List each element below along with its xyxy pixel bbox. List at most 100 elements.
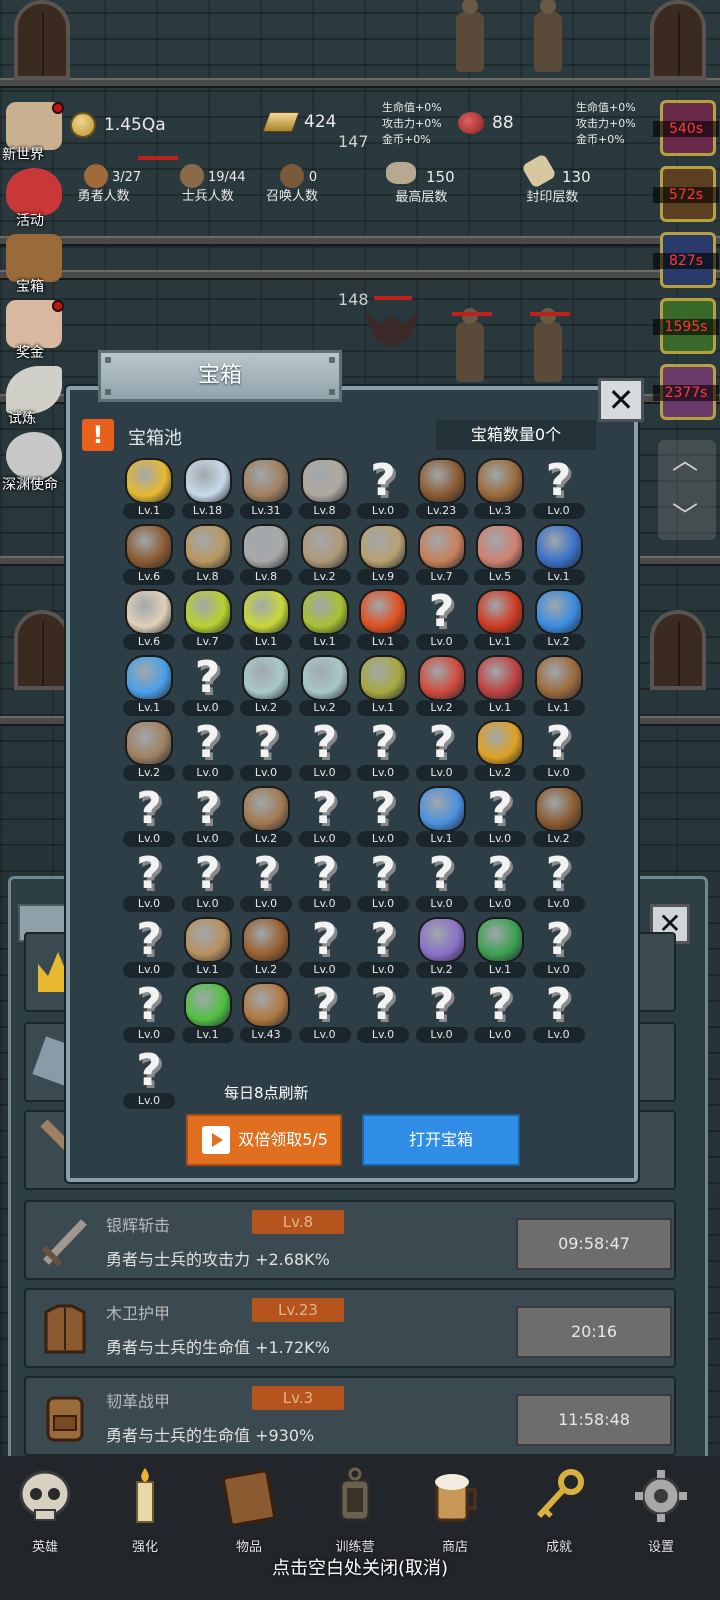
nav-achievement[interactable]: 成就 — [514, 1466, 604, 1566]
info-icon[interactable]: ! — [82, 419, 114, 451]
nav-hero[interactable]: 英雄 — [0, 1466, 90, 1566]
chest-item-slot[interactable]: Lv.1 — [471, 653, 529, 716]
chest-item-slot[interactable]: ? Lv.0 — [237, 849, 295, 912]
buff-timer-slot[interactable]: 827s — [653, 232, 719, 288]
menu-new-world[interactable]: 新世界 — [0, 100, 70, 164]
chest-item-slot[interactable]: ? Lv.0 — [179, 653, 237, 716]
chest-item-slot[interactable]: ? Lv.0 — [354, 980, 412, 1043]
chest-item-slot[interactable]: ? Lv.0 — [296, 718, 354, 781]
chest-item-slot[interactable]: ? Lv.0 — [296, 980, 354, 1043]
chest-item-slot[interactable]: Lv.2 — [471, 718, 529, 781]
open-chest-button[interactable]: 打开宝箱 — [362, 1114, 520, 1166]
buff-timer-slot[interactable]: 1595s — [653, 298, 719, 354]
chest-item-slot[interactable]: Lv.2 — [120, 718, 178, 781]
chest-item-slot[interactable]: ? Lv.0 — [237, 718, 295, 781]
chest-item-slot[interactable]: ? Lv.0 — [530, 456, 588, 519]
chest-item-slot[interactable]: Lv.2 — [296, 653, 354, 716]
chest-item-slot[interactable]: Lv.1 — [179, 980, 237, 1043]
menu-trial[interactable]: 试炼 — [0, 364, 70, 428]
chest-item-slot[interactable]: Lv.8 — [179, 522, 237, 585]
chest-item-slot[interactable]: ? Lv.0 — [413, 849, 471, 912]
menu-abyss-mission[interactable]: 深渊使命 — [0, 430, 70, 494]
chest-item-slot[interactable]: Lv.7 — [179, 587, 237, 650]
chest-item-slot[interactable]: ? Lv.0 — [530, 718, 588, 781]
item-timer-button[interactable]: 11:58:48 — [516, 1394, 672, 1446]
nav-settings[interactable]: 设置 — [616, 1466, 706, 1566]
chest-item-slot[interactable]: ? Lv.0 — [471, 784, 529, 847]
chest-item-slot[interactable]: Lv.1 — [471, 587, 529, 650]
chest-item-slot[interactable]: ? Lv.0 — [179, 849, 237, 912]
chest-item-slot[interactable]: Lv.1 — [296, 587, 354, 650]
chest-item-slot[interactable]: ? Lv.0 — [120, 784, 178, 847]
nav-enhance[interactable]: 强化 — [100, 1466, 190, 1566]
chest-item-slot[interactable]: Lv.43 — [237, 980, 295, 1043]
chest-item-slot[interactable]: ? Lv.0 — [120, 915, 178, 978]
chest-item-slot[interactable]: Lv.6 — [120, 587, 178, 650]
chest-item-slot[interactable]: Lv.1 — [354, 587, 412, 650]
nav-shop[interactable]: 商店 — [410, 1466, 500, 1566]
buff-timer-slot[interactable]: 572s — [653, 166, 719, 222]
nav-training[interactable]: 训练营 — [310, 1466, 400, 1566]
chest-item-slot[interactable]: Lv.1 — [413, 784, 471, 847]
chest-item-slot[interactable]: Lv.7 — [413, 522, 471, 585]
menu-chest[interactable]: 宝箱 — [0, 232, 70, 296]
chest-item-slot[interactable]: Lv.8 — [237, 522, 295, 585]
list-item[interactable]: 银辉斩击 Lv.8 勇者与士兵的攻击力 +2.68K% 09:58:47 — [24, 1200, 676, 1280]
chest-item-slot[interactable]: ? Lv.0 — [530, 849, 588, 912]
chest-item-slot[interactable]: ? Lv.0 — [120, 1046, 178, 1109]
chevron-down-icon[interactable]: ﹀ — [672, 496, 698, 533]
chest-item-slot[interactable]: Lv.2 — [237, 784, 295, 847]
chest-item-slot[interactable]: ? Lv.0 — [179, 784, 237, 847]
chest-item-slot[interactable]: Lv.1 — [179, 915, 237, 978]
menu-activity[interactable]: 活动 — [0, 166, 70, 230]
chest-item-slot[interactable]: Lv.1 — [471, 915, 529, 978]
chest-item-slot[interactable]: Lv.1 — [120, 456, 178, 519]
buff-timer-slot[interactable]: 2377s — [653, 364, 719, 420]
chest-item-slot[interactable]: ? Lv.0 — [354, 849, 412, 912]
chest-item-slot[interactable]: ? Lv.0 — [530, 915, 588, 978]
chest-item-slot[interactable]: Lv.2 — [413, 915, 471, 978]
chest-item-slot[interactable]: Lv.1 — [354, 653, 412, 716]
chest-item-slot[interactable]: ? Lv.0 — [471, 980, 529, 1043]
item-timer-button[interactable]: 20:16 — [516, 1306, 672, 1358]
chest-item-slot[interactable]: Lv.2 — [413, 653, 471, 716]
chest-item-slot[interactable]: Lv.8 — [296, 456, 354, 519]
double-claim-button[interactable]: 双倍领取5/5 — [186, 1114, 342, 1166]
chest-item-slot[interactable]: ? Lv.0 — [296, 915, 354, 978]
list-item[interactable]: 木卫护甲 Lv.23 勇者与士兵的生命值 +1.72K% 20:16 — [24, 1288, 676, 1368]
nav-items[interactable]: 物品 — [204, 1466, 294, 1566]
chest-item-slot[interactable]: ? Lv.0 — [120, 980, 178, 1043]
close-hint-text[interactable]: 点击空白处关闭(取消) — [0, 1554, 720, 1580]
chest-item-slot[interactable]: Lv.2 — [530, 587, 588, 650]
chest-item-slot[interactable]: ? Lv.0 — [471, 849, 529, 912]
chest-item-slot[interactable]: ? Lv.0 — [530, 980, 588, 1043]
chest-item-slot[interactable]: Lv.5 — [471, 522, 529, 585]
chest-item-slot[interactable]: Lv.1 — [530, 522, 588, 585]
close-icon[interactable]: ✕ — [598, 378, 644, 422]
chest-item-slot[interactable]: ? Lv.0 — [354, 915, 412, 978]
chest-item-slot[interactable]: Lv.3 — [471, 456, 529, 519]
chest-item-slot[interactable]: Lv.2 — [530, 784, 588, 847]
chest-item-slot[interactable]: ? Lv.0 — [179, 718, 237, 781]
chest-item-slot[interactable]: Lv.6 — [120, 522, 178, 585]
buff-timer-slot[interactable]: 540s — [653, 100, 719, 156]
chevron-up-icon[interactable]: ︿ — [672, 440, 698, 477]
chest-item-slot[interactable]: Lv.1 — [530, 653, 588, 716]
item-timer-button[interactable]: 09:58:47 — [516, 1218, 672, 1270]
chest-item-slot[interactable]: ? Lv.0 — [354, 456, 412, 519]
chest-item-slot[interactable]: ? Lv.0 — [296, 849, 354, 912]
chest-item-slot[interactable]: ? Lv.0 — [296, 784, 354, 847]
chest-item-slot[interactable]: ? Lv.0 — [413, 980, 471, 1043]
chest-item-slot[interactable]: Lv.2 — [237, 653, 295, 716]
chest-item-slot[interactable]: ? Lv.0 — [413, 718, 471, 781]
chest-item-slot[interactable]: Lv.1 — [237, 587, 295, 650]
chest-item-slot[interactable]: ? Lv.0 — [120, 849, 178, 912]
chest-item-slot[interactable]: Lv.23 — [413, 456, 471, 519]
chest-item-slot[interactable]: Lv.31 — [237, 456, 295, 519]
chest-item-slot[interactable]: ? Lv.0 — [354, 718, 412, 781]
chest-item-slot[interactable]: Lv.1 — [120, 653, 178, 716]
chest-item-slot[interactable]: Lv.2 — [296, 522, 354, 585]
menu-bonus[interactable]: 奖金 — [0, 298, 70, 362]
chest-item-slot[interactable]: ? Lv.0 — [413, 587, 471, 650]
chest-item-slot[interactable]: Lv.18 — [179, 456, 237, 519]
